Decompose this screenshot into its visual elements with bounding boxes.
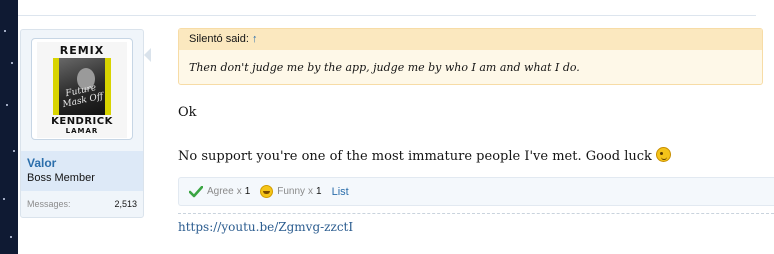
signature-link[interactable]: https://youtu.be/Zgmvg-zzctI [178, 220, 353, 234]
reactions-list-link[interactable]: List [332, 186, 349, 198]
reaction-agree[interactable]: Agree x 1 [189, 185, 251, 198]
divider [18, 15, 756, 16]
reactions-bar: Agree x 1 Funny x 1 List [178, 177, 774, 206]
star [4, 30, 6, 32]
avatar-image: REMIX Future Mask Off KENDRICK LAMAR [37, 42, 127, 138]
background-starfield [0, 0, 18, 254]
username-link[interactable]: Valor [27, 156, 137, 170]
avatar-bottom-text: KENDRICK [51, 116, 113, 127]
signature-divider [178, 213, 774, 214]
quote-header[interactable]: Silentó said: ↑ [179, 29, 762, 50]
reaction-count: 1 [244, 186, 251, 197]
reaction-name: Agree [207, 186, 234, 197]
message-text-line: Ok [178, 105, 197, 120]
laughing-face-icon [260, 185, 274, 198]
avatar-artwork: Future Mask Off [53, 58, 111, 115]
user-block-arrow [144, 48, 151, 62]
star [10, 236, 12, 238]
reaction-times: x [236, 186, 242, 197]
user-title: Boss Member [27, 172, 95, 184]
avatar-top-text: REMIX [59, 44, 105, 57]
reaction-times: x [308, 186, 314, 197]
go-to-quote-icon[interactable]: ↑ [252, 33, 258, 45]
avatar-bottom-subtext: LAMAR [65, 127, 99, 135]
message-text-line: No support you're one of the most immatu… [178, 147, 672, 164]
message-user-info: REMIX Future Mask Off KENDRICK LAMAR Val… [20, 29, 144, 218]
quote-block: Silentó said: ↑ Then don't judge me by th… [178, 28, 763, 85]
quote-author: Silentó said: [189, 33, 249, 45]
star [3, 198, 5, 200]
stat-label: Messages: [27, 199, 71, 209]
reaction-name: Funny [277, 186, 306, 197]
checkmark-icon [189, 185, 203, 197]
message-text: No support you're one of the most immatu… [178, 149, 652, 164]
star [6, 104, 8, 106]
user-details: Valor Boss Member [21, 151, 143, 191]
user-avatar[interactable]: REMIX Future Mask Off KENDRICK LAMAR [31, 38, 133, 140]
star [11, 62, 13, 64]
avatar-stripe [105, 58, 111, 115]
avatar-script-text: Future Mask Off [61, 82, 105, 111]
user-stat-messages: Messages: 2,513 [21, 199, 143, 209]
star [13, 150, 15, 152]
reaction-funny[interactable]: Funny x 1 [260, 185, 322, 198]
quote-text: Then don't judge me by the app, judge me… [189, 61, 580, 74]
reaction-count: 1 [316, 186, 322, 197]
smirk-emoji-icon [656, 147, 672, 162]
stat-value: 2,513 [114, 199, 137, 209]
